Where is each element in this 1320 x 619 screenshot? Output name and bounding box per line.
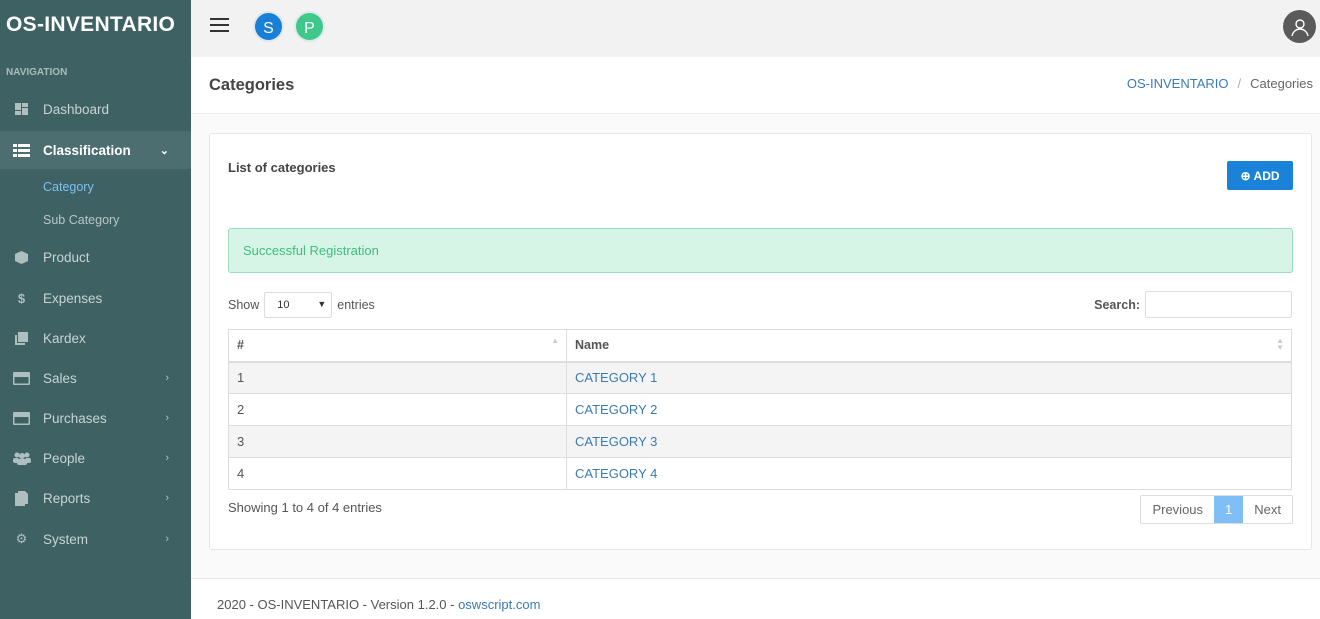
- category-link[interactable]: CATEGORY 1: [575, 370, 657, 385]
- sidebar-subitem-sub-category[interactable]: Sub Category: [43, 213, 119, 227]
- sidebar-item-label: People: [43, 450, 86, 466]
- sidebar-item-label: Kardex: [43, 330, 86, 346]
- sidebar-item-label: Dashboard: [43, 101, 110, 117]
- breadcrumb: OS-INVENTARIO / Categories: [1126, 76, 1313, 91]
- page-length-control: Show 10 ▼ entries: [228, 292, 375, 318]
- cube-icon: [0, 250, 43, 264]
- sidebar-item-kardex[interactable]: Kardex: [0, 319, 191, 357]
- users-icon: [0, 452, 43, 465]
- row-number: 4: [228, 457, 567, 490]
- column-label: #: [237, 338, 244, 353]
- table-row: 3 CATEGORY 3: [228, 425, 1292, 458]
- page-1-button[interactable]: 1: [1214, 496, 1244, 523]
- dashboard-icon: [0, 103, 43, 115]
- sidebar: OS-INVENTARIO NAVIGATION Dashboard Class…: [0, 0, 191, 619]
- sidebar-item-expenses[interactable]: $ Expenses: [0, 279, 191, 317]
- card-title: List of categories: [228, 160, 336, 175]
- avatar-p[interactable]: P: [294, 11, 325, 42]
- page-title: Categories: [209, 76, 295, 94]
- file-icon: [0, 490, 43, 506]
- category-link[interactable]: CATEGORY 2: [575, 402, 657, 417]
- sidebar-item-label: Expenses: [43, 290, 103, 306]
- brand-logo[interactable]: OS-INVENTARIO: [0, 0, 191, 50]
- sidebar-subitem-category[interactable]: Category: [43, 180, 94, 194]
- breadcrumb-home-link[interactable]: OS-INVENTARIO: [1127, 76, 1229, 91]
- sidebar-item-reports[interactable]: Reports ›: [0, 479, 191, 517]
- chevron-right-icon: ›: [165, 452, 169, 464]
- sidebar-item-classification[interactable]: Classification ⌄: [0, 131, 191, 169]
- credit-card-icon: [0, 411, 43, 425]
- sidebar-item-label: Sales: [43, 370, 77, 386]
- add-button[interactable]: ⊕ ADD: [1227, 161, 1293, 190]
- sort-asc-icon: ▲: [551, 336, 559, 345]
- sidebar-item-dashboard[interactable]: Dashboard: [0, 90, 191, 128]
- chevron-right-icon: ›: [165, 533, 169, 545]
- column-header-number[interactable]: # ▲: [228, 329, 567, 363]
- footer-link[interactable]: oswscript.com: [458, 597, 540, 612]
- column-header-name[interactable]: Name ▲ ▼: [566, 329, 1292, 363]
- caret-down-icon: ▼: [317, 299, 327, 309]
- column-label: Name: [575, 338, 610, 353]
- sidebar-item-label: Purchases: [43, 410, 107, 426]
- page-length-value: 10: [277, 299, 290, 311]
- success-alert: Successful Registration: [228, 228, 1293, 273]
- chevron-right-icon: ›: [165, 412, 169, 424]
- categories-card: List of categories ⊕ ADD Successful Regis…: [209, 133, 1312, 550]
- book-icon: [0, 331, 43, 345]
- footer: 2020 - OS-INVENTARIO - Version 1.2.0 - o…: [191, 578, 1320, 619]
- table-row: 2 CATEGORY 2: [228, 393, 1292, 426]
- avatar-s[interactable]: S: [253, 11, 284, 42]
- dollar-icon: $: [17, 290, 26, 306]
- previous-button[interactable]: Previous: [1141, 496, 1214, 523]
- footer-text: 2020 - OS-INVENTARIO - Version 1.2.0 -: [217, 597, 459, 612]
- sidebar-item-sales[interactable]: Sales ›: [0, 359, 191, 397]
- row-number: 1: [228, 361, 567, 394]
- show-label: Show: [228, 298, 260, 312]
- table-info: Showing 1 to 4 of 4 entries: [228, 500, 382, 515]
- table-row: 4 CATEGORY 4: [228, 457, 1292, 490]
- sidebar-item-purchases[interactable]: Purchases ›: [0, 399, 191, 437]
- search-control: Search:: [1094, 291, 1292, 318]
- chevron-down-icon: ⌄: [159, 144, 169, 157]
- chevron-right-icon: ›: [165, 372, 169, 384]
- topbar: S P: [191, 0, 1320, 57]
- sidebar-item-product[interactable]: Product: [0, 238, 191, 276]
- credit-card-icon: [0, 371, 43, 385]
- add-label: ADD: [1253, 168, 1280, 183]
- row-number: 3: [228, 425, 567, 458]
- sidebar-item-people[interactable]: People ›: [0, 439, 191, 477]
- breadcrumb-current: Categories: [1250, 76, 1313, 91]
- row-number: 2: [228, 393, 567, 426]
- sidebar-item-label: Product: [43, 249, 90, 265]
- gear-icon: ⚙: [15, 531, 28, 546]
- category-link[interactable]: CATEGORY 3: [575, 434, 657, 449]
- entries-label: entries: [337, 298, 375, 312]
- hamburger-menu-icon[interactable]: [210, 18, 229, 32]
- sidebar-item-system[interactable]: ⚙ System ›: [0, 520, 191, 558]
- sort-icon: ▲ ▼: [1276, 336, 1284, 352]
- user-profile-icon[interactable]: [1283, 10, 1316, 43]
- categories-table: # ▲ Name ▲ ▼ 1 CATEGORY 1 2 CATEGORY 2 3 CATEG…: [228, 329, 1292, 490]
- category-link[interactable]: CATEGORY 4: [575, 466, 657, 481]
- list-icon: [0, 143, 43, 157]
- search-label: Search:: [1094, 297, 1140, 312]
- search-input[interactable]: [1145, 291, 1292, 318]
- sidebar-item-label: Classification: [43, 142, 131, 158]
- sidebar-item-label: System: [43, 531, 89, 547]
- chevron-right-icon: ›: [165, 492, 169, 504]
- page-header: Categories OS-INVENTARIO / Categories: [191, 57, 1320, 114]
- next-button[interactable]: Next: [1243, 496, 1292, 523]
- plus-circle-icon: ⊕: [1240, 168, 1251, 183]
- table-row: 1 CATEGORY 1: [228, 361, 1292, 394]
- sidebar-item-label: Reports: [43, 490, 91, 506]
- pagination: Previous 1 Next: [1140, 495, 1293, 524]
- page-length-select[interactable]: 10 ▼: [264, 292, 333, 318]
